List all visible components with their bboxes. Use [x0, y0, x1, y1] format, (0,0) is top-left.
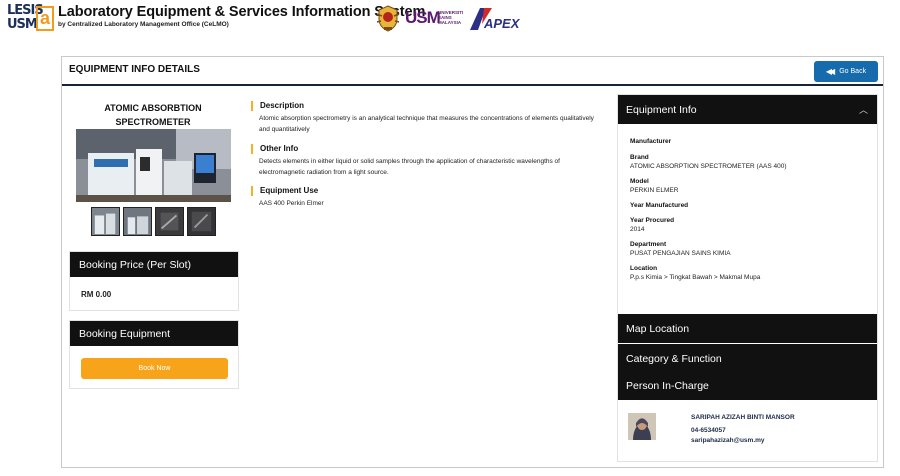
- description-heading: Description: [251, 101, 596, 111]
- person-contact: SARIPAH AZIZAH BINTI MANSOR 04-6534057 s…: [691, 413, 861, 447]
- map-location-title: Map Location: [626, 323, 690, 335]
- logo-text-bottom: USM: [7, 17, 38, 32]
- location-label: Location: [630, 265, 658, 272]
- other-info-text: Detects elements in either liquid or sol…: [259, 158, 560, 176]
- thumbnail-photo[interactable]: [91, 207, 120, 236]
- go-back-button[interactable]: ◀◀ Go Back: [814, 61, 878, 82]
- thumbnail-photo[interactable]: [187, 207, 216, 236]
- apex-logo-text: APEX: [483, 16, 521, 31]
- person-email[interactable]: saripahazizah@usm.my: [691, 436, 861, 447]
- category-function-title: Category & Function: [626, 353, 722, 365]
- equipment-name: ATOMIC ABSORBTION SPECTROMETER: [104, 103, 202, 127]
- card-header: EQUIPMENT INFO DETAILS ◀◀ Go Back: [62, 57, 883, 86]
- year-manufactured-label: Year Manufactured: [630, 202, 689, 209]
- equipment-info-sidebar: Equipment Info ︿ Manufacturer Brand ATOM…: [617, 94, 878, 462]
- equipment-use-heading: Equipment Use: [251, 186, 596, 196]
- location-value: P.p.s Kimia > Tingkat Bawah > Makmal Mup…: [630, 274, 761, 281]
- brand-value: ATOMIC ABSORPTION SPECTROMETER (AAS 400): [630, 163, 787, 170]
- usm-logo-line: MALAYSIA: [438, 20, 462, 25]
- department-value: PUSAT PENGAJIAN SAINS KIMIA: [630, 250, 731, 257]
- equipment-info-title: Equipment Info: [626, 104, 697, 116]
- equipment-info-header[interactable]: Equipment Info ︿: [618, 95, 877, 124]
- brand-label: Brand: [630, 154, 649, 161]
- booking-equipment-panel: Booking Equipment Book Now: [69, 320, 239, 389]
- model-value: PERKIN ELMER: [630, 187, 679, 194]
- site-header: LESIS USM a Laboratory Equipment & Servi…: [0, 0, 900, 36]
- lesis-logo[interactable]: LESIS USM a: [7, 3, 54, 33]
- go-back-label: Go Back: [839, 68, 867, 75]
- person-phone: 04-6534057: [691, 426, 726, 434]
- category-function-header[interactable]: Category & Function: [618, 344, 877, 373]
- equipment-info-body: Manufacturer Brand ATOMIC ABSORPTION SPE…: [630, 137, 870, 282]
- equipment-use-section: Equipment Use AAS 400 Perkin Elmer: [251, 186, 596, 209]
- equipment-photo[interactable]: [76, 129, 231, 202]
- model-label: Model: [630, 178, 649, 185]
- booking-price-value: RM 0.00: [81, 290, 112, 299]
- description-section: Description Atomic absorption spectromet…: [251, 101, 596, 135]
- person-in-charge-header[interactable]: Person In-Charge: [618, 373, 877, 400]
- booking-equipment-title: Booking Equipment: [70, 321, 238, 346]
- year-procured-value: 2014: [630, 226, 645, 233]
- university-crest-icon: [376, 5, 400, 32]
- usm-logo: USM UNIVERSITI SAINS MALAYSIA: [405, 8, 463, 32]
- other-info-section: Other Info Detects elements in either li…: [251, 144, 596, 178]
- system-subtitle: by Centralized Laboratory Management Off…: [58, 21, 229, 28]
- thumbnail-photo[interactable]: [123, 207, 152, 236]
- book-now-button[interactable]: Book Now: [81, 358, 228, 379]
- usm-logo-small: UNIVERSITI SAINS MALAYSIA: [438, 10, 463, 25]
- person-name: SARIPAH AZIZAH BINTI MANSOR: [691, 414, 795, 421]
- booking-price-panel: Booking Price (Per Slot) RM 0.00: [69, 251, 239, 311]
- equipment-use-text: AAS 400 Perkin Elmer: [259, 200, 324, 207]
- chevron-up-icon: ︿: [858, 105, 868, 115]
- thumbnail-photo[interactable]: [155, 207, 184, 236]
- description-text: Atomic absorption spectrometry is an ana…: [259, 115, 594, 133]
- rewind-icon: ◀◀: [825, 67, 835, 76]
- person-in-charge-title: Person In-Charge: [626, 380, 709, 392]
- apex-logo: APEX: [470, 8, 521, 31]
- department-label: Department: [630, 241, 667, 248]
- other-info-heading: Other Info: [251, 144, 596, 154]
- person-avatar: [628, 413, 656, 440]
- year-procured-label: Year Procured: [630, 217, 675, 224]
- logo-mark: a: [36, 6, 54, 31]
- booking-price-title: Booking Price (Per Slot): [70, 252, 238, 277]
- page-title: EQUIPMENT INFO DETAILS: [69, 64, 200, 75]
- manufacturer-label: Manufacturer: [630, 138, 672, 145]
- map-location-header[interactable]: Map Location: [618, 314, 877, 343]
- equipment-card: EQUIPMENT INFO DETAILS ◀◀ Go Back ATOMIC…: [61, 56, 884, 468]
- usm-logo-text: USM: [405, 8, 441, 27]
- system-title: Laboratory Equipment & Services Informat…: [58, 4, 426, 20]
- photo-thumbnails: [91, 207, 217, 238]
